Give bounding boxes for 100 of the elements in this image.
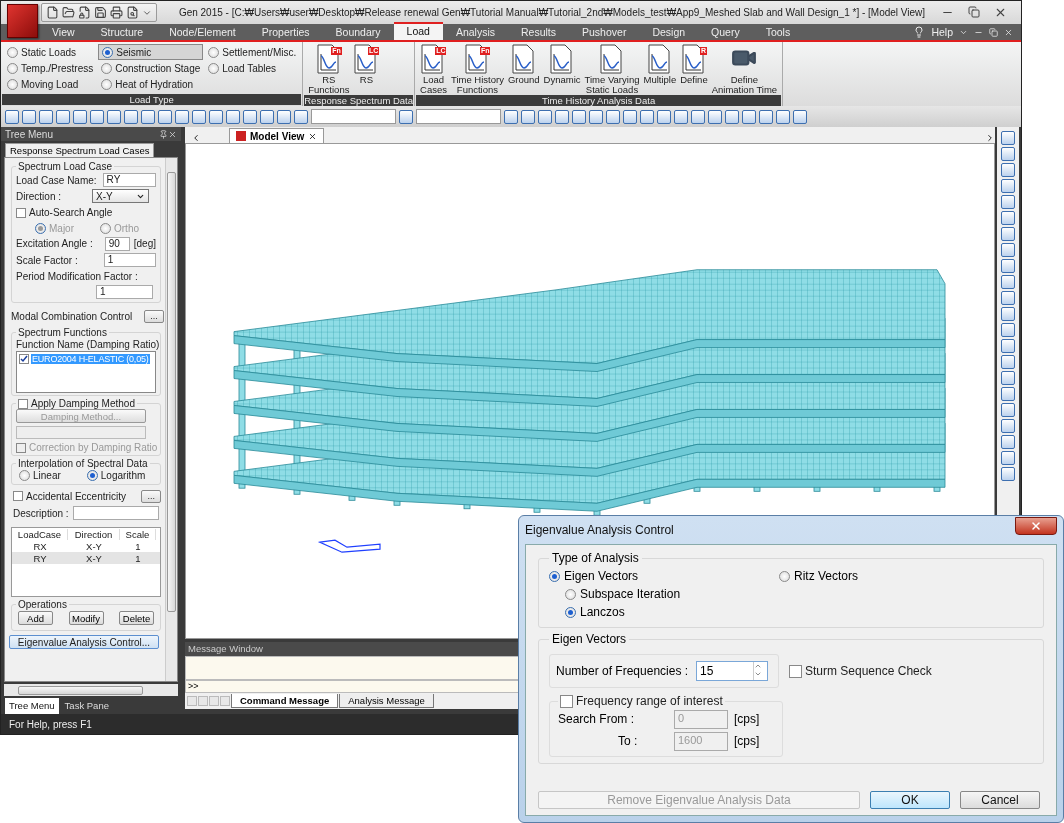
toolbar-tool-icon[interactable] [158,109,172,124]
menu-tab[interactable]: Pushover [569,24,640,40]
quick-access-icon[interactable] [94,6,107,19]
scrollbar[interactable] [4,684,178,696]
view-tool-icon[interactable] [1001,195,1015,209]
quick-access-icon[interactable] [62,6,75,19]
toolbar-combo[interactable] [416,109,501,124]
input-field[interactable]: 1 [96,285,153,299]
toolbar-tool-icon[interactable] [725,109,739,124]
operation-button[interactable]: Modify [68,611,104,625]
radio-circle[interactable] [779,570,790,582]
toolbar-tool-icon[interactable] [657,109,671,124]
panel-tab[interactable]: Task Pane [60,698,113,714]
toolbar-tool-icon[interactable] [175,109,189,124]
ribbon-button[interactable]: Ground [505,44,542,85]
toolbar-tool-icon[interactable] [708,109,722,124]
dialog-button[interactable]: Cancel [960,791,1040,809]
view-tool-icon[interactable] [1001,387,1015,401]
view-tool-icon[interactable] [1001,179,1015,193]
menu-tab[interactable]: Load [393,22,443,40]
menu-tab[interactable]: Design [639,24,699,40]
ribbon-button[interactable]: Define Animation Time [709,44,780,95]
quick-access-icon[interactable] [126,6,139,19]
load-type-radio[interactable]: Seismic [98,44,204,60]
menu-tab[interactable]: Tools [752,24,804,40]
checkbox[interactable]: Auto-Search Angle [16,207,113,218]
toolbar-tool-icon[interactable] [73,109,87,124]
load-type-radio[interactable]: Load Tables [205,60,300,76]
load-type-radio[interactable]: Temp./Prestress [4,60,97,76]
view-tool-icon[interactable] [1001,419,1015,433]
input-field[interactable] [72,506,159,520]
load-type-radio[interactable]: Settlement/Misc. [205,44,300,60]
panel-tab[interactable]: Tree Menu [5,698,59,714]
radio-button[interactable]: Subspace Iteration [565,585,779,603]
help-menu[interactable]: Help [931,26,953,38]
quick-access-icon[interactable] [110,6,123,19]
radio-button[interactable]: Ritz Vectors [779,567,1033,585]
spin-down-icon[interactable] [754,670,763,678]
toolbar-tool-icon[interactable] [39,109,53,124]
radio-circle[interactable] [19,470,30,481]
toolbar-tool-icon[interactable] [572,109,586,124]
radio-button[interactable]: Lanczos [565,603,779,621]
menu-tab[interactable]: Query [698,24,753,40]
app-logo-icon[interactable] [7,4,38,38]
checkbox[interactable]: Frequency range of interest [560,694,723,708]
menu-tab[interactable]: Node/Element [156,24,249,40]
ribbon-button[interactable]: Time Varying Static Loads [582,44,642,95]
scroll-left-icon[interactable] [191,133,201,143]
scroll-right-icon[interactable] [985,133,995,143]
view-tool-icon[interactable] [1001,243,1015,257]
view-tool-icon[interactable] [1001,163,1015,177]
load-type-radio[interactable]: Heat of Hydration [98,76,204,92]
toolbar-tool-icon[interactable] [691,109,705,124]
view-tool-icon[interactable] [1001,371,1015,385]
radio-circle[interactable] [565,606,576,618]
restore-icon[interactable] [989,27,998,37]
help-bulb-icon[interactable] [913,26,926,38]
quick-access-icon[interactable] [78,6,91,19]
menu-tab[interactable]: Boundary [322,24,394,40]
toolbar-tool-icon[interactable] [640,109,654,124]
toolbar-tool-icon[interactable] [504,109,518,124]
more-button[interactable]: ... [144,309,164,323]
frequency-spinbox[interactable]: 15 [696,661,769,681]
checkbox[interactable]: Apply Damping Method [18,398,135,409]
toolbar-tool-icon[interactable] [742,109,756,124]
toolbar-tool-icon[interactable] [243,109,257,124]
toolbar-tool-icon[interactable] [107,109,121,124]
view-tool-icon[interactable] [1001,355,1015,369]
scrollbar[interactable] [165,158,177,681]
operation-button[interactable]: Add [18,611,53,625]
radio-circle[interactable] [86,470,98,481]
operation-button[interactable]: Delete [119,611,154,625]
radio-button[interactable]: Logarithm [83,467,149,484]
toolbar-tool-icon[interactable] [589,109,603,124]
view-tool-icon[interactable] [1001,323,1015,337]
view-tool-icon[interactable] [1001,307,1015,321]
toolbar-tool-icon[interactable] [5,109,19,124]
view-tool-icon[interactable] [1001,227,1015,241]
checkbox[interactable]: Accidental Eccentricity [13,490,127,502]
view-tool-icon[interactable] [1001,147,1015,161]
toolbar-tool-icon[interactable] [226,109,240,124]
toolbar-combo[interactable] [311,109,396,124]
load-type-radio[interactable]: Moving Load [4,76,97,92]
restore-icon[interactable] [968,6,980,18]
view-tool-icon[interactable] [1001,467,1015,481]
toolbar-tool-icon[interactable] [56,109,70,124]
toolbar-tool-icon[interactable] [192,109,206,124]
direction-dropdown[interactable]: X-Y [92,189,149,203]
view-tab[interactable]: Model View [229,128,325,143]
menu-tab[interactable]: Analysis [442,24,508,40]
ribbon-button[interactable]: Dynamic [541,44,583,85]
table-row[interactable]: RY X-Y 1 [12,552,160,564]
toolbar-tool-icon[interactable] [776,109,790,124]
close-button[interactable] [1015,517,1057,535]
message-tab[interactable]: Command Message [231,694,339,708]
view-tool-icon[interactable] [1001,291,1015,305]
toolbar-tool-icon[interactable] [674,109,688,124]
input-field[interactable]: 90 [104,236,130,251]
view-tool-icon[interactable] [1001,435,1015,449]
view-tool-icon[interactable] [1001,131,1015,145]
